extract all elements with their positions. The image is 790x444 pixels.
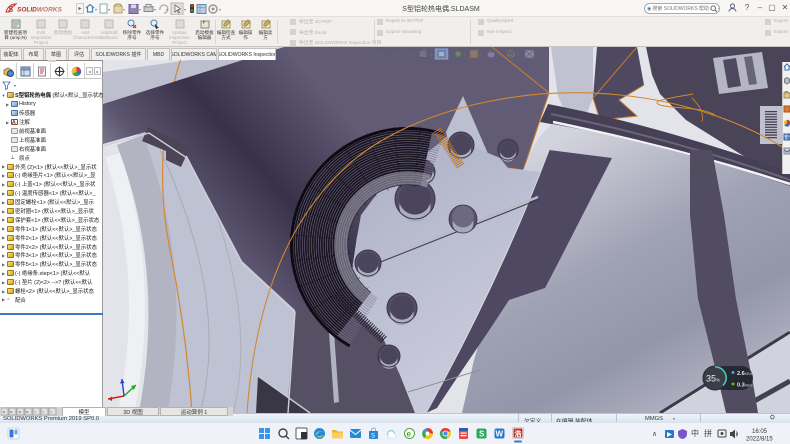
svg-text:S: S — [371, 434, 375, 440]
svg-text:S: S — [8, 5, 14, 14]
svg-text:▾: ▾ — [95, 7, 97, 12]
svg-text:▾: ▾ — [536, 52, 537, 57]
svg-text:▾: ▾ — [498, 52, 500, 57]
svg-text:▸: ▸ — [11, 409, 13, 414]
svg-text:▾: ▾ — [448, 52, 450, 57]
svg-text:▾: ▾ — [108, 7, 110, 12]
svg-text:▾: ▾ — [123, 7, 125, 12]
svg-text:▾: ▾ — [430, 52, 432, 57]
svg-text:▾: ▾ — [396, 52, 398, 57]
svg-text:∧: ∧ — [652, 431, 657, 438]
svg-text:▸: ▸ — [27, 409, 29, 414]
svg-text:拼: 拼 — [704, 428, 712, 438]
svg-text:W: W — [496, 430, 504, 439]
svg-text:◂: ◂ — [3, 409, 5, 414]
svg-text:▾: ▾ — [380, 52, 382, 57]
svg-text:◂: ◂ — [19, 409, 21, 414]
svg-text:▾: ▾ — [166, 7, 168, 12]
svg-text:▾: ▾ — [480, 52, 482, 57]
svg-text:▾: ▾ — [517, 52, 519, 57]
svg-text:▾: ▾ — [184, 7, 186, 12]
svg-text:▾: ▾ — [464, 52, 466, 57]
svg-text:▾: ▾ — [412, 52, 414, 57]
svg-text:e: e — [407, 430, 412, 439]
svg-text:浩: 浩 — [515, 429, 522, 438]
svg-text:▾: ▾ — [154, 7, 156, 12]
svg-text:S: S — [479, 430, 485, 439]
svg-text:16:05: 16:05 — [752, 429, 768, 435]
svg-text:▾: ▾ — [219, 7, 221, 12]
svg-text:▾: ▾ — [139, 7, 141, 12]
svg-text:SOLIDWORKS: SOLIDWORKS — [17, 7, 62, 14]
svg-text:中: 中 — [691, 428, 699, 438]
svg-text:2022/8/15: 2022/8/15 — [746, 437, 773, 443]
